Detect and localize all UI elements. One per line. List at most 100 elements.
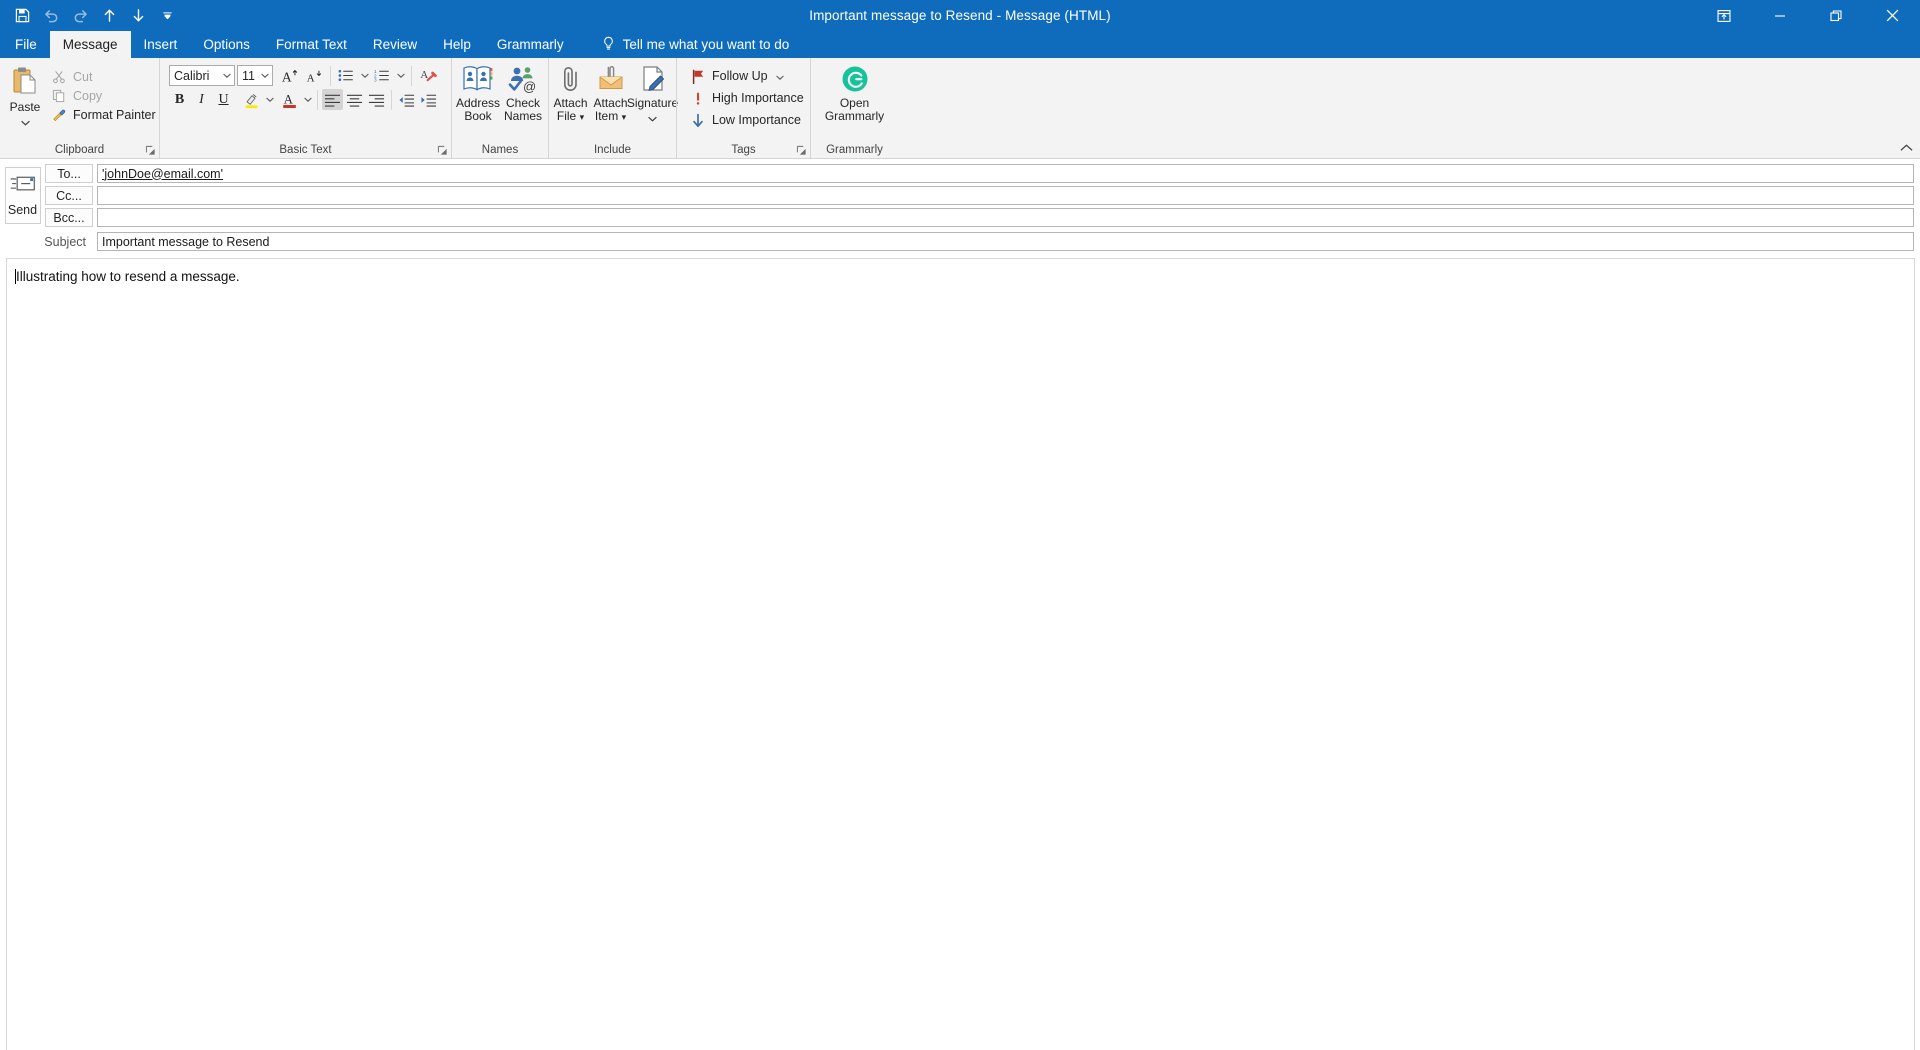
chevron-down-icon[interactable] <box>648 109 657 127</box>
ribbon-display-options-button[interactable] <box>1696 0 1752 31</box>
low-importance-button[interactable]: Low Importance <box>686 109 810 131</box>
follow-up-label: Follow Up <box>712 69 768 83</box>
message-header: Send To... 'johnDoe@email.com' Cc... Bcc… <box>0 159 1920 255</box>
font-color-chevron-down-icon[interactable] <box>302 89 313 110</box>
format-painter-button[interactable]: Format Painter <box>47 105 162 124</box>
increase-indent-button[interactable] <box>418 89 439 110</box>
subject-row: Subject Important message to Resend <box>44 232 1914 251</box>
bcc-button[interactable]: Bcc... <box>45 208 93 227</box>
copy-icon <box>51 89 67 103</box>
grow-font-button[interactable]: A <box>279 65 301 86</box>
attach-file-label: Attach File ▾ <box>553 96 588 123</box>
align-left-button[interactable] <box>322 89 343 110</box>
attach-item-button[interactable]: Attach Item ▾ <box>591 61 631 124</box>
numbering-chevron-down-icon[interactable] <box>395 65 406 86</box>
ribbon-group-grammarly: Open Grammarly Grammarly <box>810 58 898 158</box>
ribbon-group-clipboard: Paste Cut Copy Format Painter Clipboard <box>0 58 159 158</box>
to-button[interactable]: To... <box>45 164 93 183</box>
cc-input[interactable] <box>97 186 1914 205</box>
collapse-ribbon-button[interactable] <box>1898 140 1914 156</box>
check-names-icon: @ <box>507 64 539 94</box>
highlight-chevron-down-icon[interactable] <box>264 89 275 110</box>
address-book-icon <box>462 64 494 94</box>
group-label-grammarly: Grammarly <box>826 143 883 156</box>
title-bar: Important message to Resend - Message (H… <box>0 0 1920 31</box>
cc-button[interactable]: Cc... <box>45 186 93 205</box>
message-body-text: Illustrating how to resend a message. <box>16 269 240 284</box>
chevron-down-icon[interactable] <box>219 66 234 85</box>
bold-button[interactable]: B <box>169 89 190 110</box>
send-button[interactable]: Send <box>4 167 41 224</box>
chevron-down-icon[interactable] <box>775 69 784 83</box>
tab-grammarly[interactable]: Grammarly <box>484 31 577 58</box>
numbering-button[interactable]: 123 <box>372 65 393 86</box>
tab-message[interactable]: Message <box>49 31 131 58</box>
tell-me-label: Tell me what you want to do <box>622 37 790 52</box>
align-right-button[interactable] <box>366 89 387 110</box>
ribbon-group-include: Attach File ▾ Attach Item ▾ Signature In… <box>548 58 678 158</box>
subject-value: Important message to Resend <box>102 234 270 249</box>
flag-icon <box>690 69 706 84</box>
restore-button[interactable] <box>1808 0 1864 31</box>
font-color-button[interactable]: A <box>279 89 301 110</box>
cut-button[interactable]: Cut <box>47 67 162 86</box>
attach-file-button[interactable]: Attach File ▾ <box>551 61 591 124</box>
ribbon-group-basic-text: Calibri 11 A A 123 A B I U A Basic Text <box>159 58 451 158</box>
redo-icon[interactable] <box>66 3 95 29</box>
window-controls <box>1696 0 1920 31</box>
bcc-row: Bcc... <box>45 208 1914 227</box>
to-value: 'johnDoe@email.com' <box>102 166 223 181</box>
undo-icon[interactable] <box>37 3 66 29</box>
attach-item-label: Attach Item ▾ <box>593 96 628 123</box>
previous-item-icon[interactable] <box>95 3 124 29</box>
basic-text-dialog-launcher[interactable] <box>436 144 449 157</box>
message-body[interactable]: Illustrating how to resend a message. <box>6 258 1915 1050</box>
tab-help[interactable]: Help <box>430 31 484 58</box>
minimize-button[interactable] <box>1752 0 1808 31</box>
font-name-combo[interactable]: Calibri <box>169 65 235 86</box>
save-icon[interactable] <box>8 3 37 29</box>
low-importance-label: Low Importance <box>712 113 801 127</box>
open-grammarly-button[interactable]: Open Grammarly <box>820 61 890 123</box>
send-label: Send <box>7 202 38 217</box>
align-center-button[interactable] <box>344 89 365 110</box>
clipboard-dialog-launcher[interactable] <box>144 144 157 157</box>
follow-up-button[interactable]: Follow Up <box>686 65 810 87</box>
clear-formatting-button[interactable]: A <box>417 65 440 86</box>
svg-text:@: @ <box>523 79 536 94</box>
tab-insert[interactable]: Insert <box>131 31 191 58</box>
bullets-chevron-down-icon[interactable] <box>359 65 370 86</box>
check-names-button[interactable]: @ Check Names <box>501 61 545 123</box>
svg-text:A: A <box>420 68 428 80</box>
signature-button[interactable]: Signature <box>627 61 678 127</box>
shrink-font-button[interactable]: A <box>303 65 325 86</box>
tab-format-text[interactable]: Format Text <box>263 31 360 58</box>
underline-button[interactable]: U <box>213 89 234 110</box>
tell-me-search[interactable]: Tell me what you want to do <box>577 31 800 58</box>
subject-input[interactable]: Important message to Resend <box>97 232 1914 251</box>
next-item-icon[interactable] <box>124 3 153 29</box>
high-importance-button[interactable]: High Importance <box>686 87 810 109</box>
send-column: Send <box>0 164 45 224</box>
decrease-indent-button[interactable] <box>396 89 417 110</box>
bcc-input[interactable] <box>97 208 1914 227</box>
font-size-combo[interactable]: 11 <box>237 65 273 86</box>
tags-dialog-launcher[interactable] <box>795 144 808 157</box>
chevron-down-icon[interactable] <box>257 66 272 85</box>
to-input[interactable]: 'johnDoe@email.com' <box>97 164 1914 183</box>
paste-icon <box>8 64 42 98</box>
paste-button[interactable]: Paste <box>3 61 47 131</box>
close-button[interactable] <box>1864 0 1920 31</box>
tab-review[interactable]: Review <box>360 31 430 58</box>
high-importance-label: High Importance <box>712 91 804 105</box>
bullets-button[interactable] <box>336 65 357 86</box>
paintbrush-icon <box>51 108 67 122</box>
tab-file[interactable]: File <box>2 31 50 58</box>
customize-quick-access-toolbar-icon[interactable] <box>153 3 182 29</box>
italic-button[interactable]: I <box>191 89 212 110</box>
chevron-down-icon[interactable] <box>20 113 30 131</box>
text-highlight-color-button[interactable] <box>241 89 263 110</box>
address-book-button[interactable]: Address Book <box>455 61 501 123</box>
copy-button[interactable]: Copy <box>47 86 162 105</box>
tab-options[interactable]: Options <box>190 31 263 58</box>
